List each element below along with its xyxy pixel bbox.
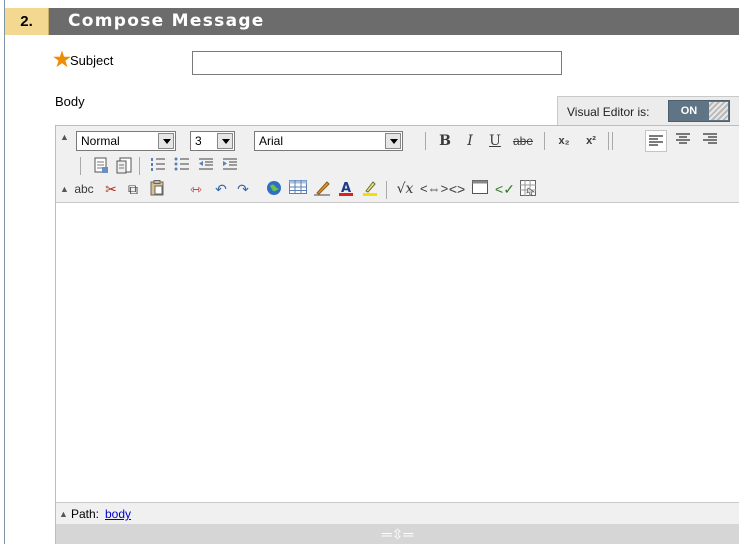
toolbar-separator <box>544 132 545 150</box>
mashups-icon[interactable] <box>518 180 538 200</box>
section-header: 2. Compose Message <box>5 8 739 35</box>
ordered-list-icon[interactable] <box>148 157 168 175</box>
underline-button[interactable]: U <box>486 132 504 150</box>
subject-label: Subject <box>70 53 114 68</box>
indent-icon[interactable] <box>220 157 240 175</box>
toolbar-separator <box>386 181 387 199</box>
font-family-select[interactable]: Arial <box>254 131 403 151</box>
align-center-button[interactable] <box>673 132 693 150</box>
toolbar-separator <box>425 132 426 150</box>
chevron-down-icon <box>217 133 233 149</box>
highlight-color-icon[interactable] <box>360 180 380 200</box>
outdent-icon[interactable] <box>196 157 216 175</box>
visual-editor-label: Visual Editor is: <box>567 105 650 119</box>
toolbar-separator <box>80 157 81 175</box>
chevron-down-icon <box>385 133 401 149</box>
insert-link-globe-icon[interactable] <box>264 180 284 200</box>
visual-editor-toggle[interactable]: ON <box>668 100 730 122</box>
align-left-icon <box>649 135 663 146</box>
unordered-list-icon[interactable] <box>172 157 192 175</box>
editor-toolbar: ▲ Normal 3 Arial B I U abe x₂ x² ▲ abc ✂… <box>56 126 739 203</box>
editor-path-bar: ▲ Path: body <box>56 502 739 524</box>
strikethrough-button[interactable]: abe <box>507 132 539 150</box>
insert-table-icon[interactable] <box>288 180 308 198</box>
path-body-link[interactable]: body <box>105 504 131 524</box>
rich-text-editor: ▲ Normal 3 Arial B I U abe x₂ x² ▲ abc ✂… <box>55 125 739 544</box>
copy-icon[interactable]: ⧉ <box>124 180 142 198</box>
align-right-icon <box>703 133 717 144</box>
frame-border <box>4 0 5 544</box>
spellcheck-label: abc <box>74 182 94 196</box>
remove-link-icon[interactable]: ⇿ <box>186 180 206 198</box>
body-label: Body <box>55 94 85 109</box>
embed-icon[interactable]: <⇔> <box>420 180 448 198</box>
font-size-value: 3 <box>195 134 202 148</box>
format-select-value: Normal <box>81 134 120 148</box>
font-size-select[interactable]: 3 <box>190 131 235 151</box>
font-color-icon[interactable]: A <box>336 180 356 200</box>
message-body-textarea[interactable] <box>56 203 739 502</box>
subject-input[interactable] <box>192 51 562 75</box>
format-select[interactable]: Normal <box>76 131 176 151</box>
toolbar-separator <box>139 157 140 175</box>
path-label: Path: <box>71 507 100 521</box>
required-star-icon: ★ <box>53 49 71 71</box>
section-title: Compose Message <box>68 11 265 31</box>
font-family-value: Arial <box>259 134 284 148</box>
step-number: 2. <box>5 8 49 35</box>
resize-grip-icon: ═⇳═ <box>381 526 414 542</box>
bold-button[interactable]: B <box>436 132 454 150</box>
align-left-button[interactable] <box>645 130 667 152</box>
toolbar-separator <box>608 132 609 150</box>
visual-editor-toggle-area: Visual Editor is: ON <box>557 96 739 126</box>
align-center-icon <box>676 133 690 144</box>
italic-button[interactable]: I <box>461 132 479 150</box>
toolbar-separator <box>612 132 613 150</box>
subscript-button[interactable]: x₂ <box>555 132 573 150</box>
toggle-grip-icon <box>709 102 728 120</box>
spellcheck-button[interactable]: abc <box>71 180 97 198</box>
collapse-toolbar-icon[interactable]: ▲ <box>60 184 70 194</box>
document-icon[interactable] <box>91 157 111 178</box>
pencil-icon[interactable] <box>312 180 332 200</box>
superscript-button[interactable]: x² <box>582 132 600 150</box>
html-code-icon[interactable]: <> <box>448 180 466 198</box>
template-icon[interactable] <box>114 157 134 178</box>
redo-icon[interactable]: ↷ <box>234 180 252 198</box>
validate-icon[interactable]: <✓ <box>494 180 516 198</box>
collapse-toolbar-icon[interactable]: ▲ <box>60 132 70 142</box>
align-right-button[interactable] <box>700 132 720 150</box>
collapse-path-icon[interactable]: ▲ <box>59 509 69 519</box>
cut-icon[interactable]: ✂ <box>102 180 120 198</box>
undo-icon[interactable]: ↶ <box>212 180 230 198</box>
visual-editor-state: ON <box>680 105 698 117</box>
chevron-down-icon <box>158 133 174 149</box>
math-equation-icon[interactable]: √x <box>393 180 417 198</box>
editor-resize-handle[interactable]: ═⇳═ <box>56 524 739 544</box>
paste-icon[interactable] <box>148 180 166 200</box>
preview-icon[interactable] <box>470 180 490 198</box>
